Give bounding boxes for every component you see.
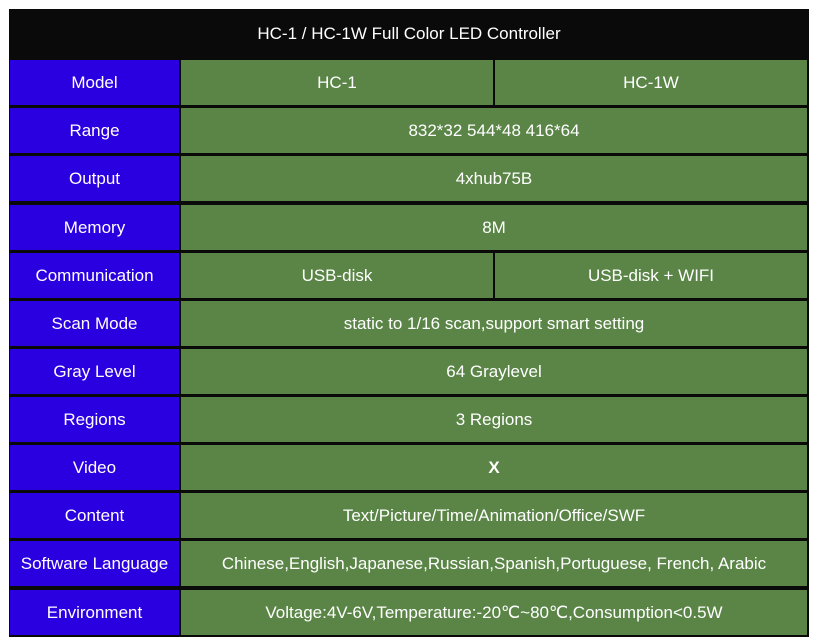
value-cell: X — [181, 445, 807, 490]
value-cell: Text/Picture/Time/Animation/Office/SWF — [181, 493, 807, 538]
table-row-video: Video X — [9, 443, 809, 491]
row-label: Environment — [10, 590, 179, 635]
value-cell: 3 Regions — [181, 397, 807, 442]
table-row-range: Range 832*32 544*48 416*64 — [9, 106, 809, 154]
value-cell: 64 Graylevel — [181, 349, 807, 394]
row-label: Communication — [10, 253, 179, 298]
value-cell: Chinese,English,Japanese,Russian,Spanish… — [181, 541, 807, 586]
row-label: Video — [10, 445, 179, 490]
value-cell-hc1: USB-disk — [181, 253, 493, 298]
value-cell: Voltage:4V-6V,Temperature:-20℃~80℃,Consu… — [181, 590, 807, 635]
value-cell: static to 1/16 scan,support smart settin… — [181, 301, 807, 346]
table-row-memory: Memory 8M — [9, 203, 809, 251]
value-cell: 8M — [181, 205, 807, 250]
table-row-scan-mode: Scan Mode static to 1/16 scan,support sma… — [9, 299, 809, 347]
spec-table: HC-1 / HC-1W Full Color LED Controller M… — [9, 9, 809, 637]
row-label: Memory — [10, 205, 179, 250]
table-title: HC-1 / HC-1W Full Color LED Controller — [9, 9, 809, 58]
row-label: Scan Mode — [10, 301, 179, 346]
row-label: Software Language — [10, 541, 179, 586]
value-cell-hc1: HC-1 — [181, 60, 493, 105]
row-label: Regions — [10, 397, 179, 442]
table-row-output: Output 4xhub75B — [9, 154, 809, 202]
table-row-content: Content Text/Picture/Time/Animation/Offic… — [9, 491, 809, 539]
value-cell: 4xhub75B — [181, 156, 807, 201]
row-label: Model — [10, 60, 179, 105]
value-cell-hc1w: USB-disk + WIFI — [495, 253, 807, 298]
table-row-communication: Communication USB-disk USB-disk + WIFI — [9, 251, 809, 299]
table-row-gray-level: Gray Level 64 Graylevel — [9, 347, 809, 395]
value-cell: 832*32 544*48 416*64 — [181, 108, 807, 153]
value-cell-hc1w: HC-1W — [495, 60, 807, 105]
row-label: Output — [10, 156, 179, 201]
row-label: Range — [10, 108, 179, 153]
row-label: Content — [10, 493, 179, 538]
table-row-model: Model HC-1 HC-1W — [9, 58, 809, 106]
row-label: Gray Level — [10, 349, 179, 394]
table-row-regions: Regions 3 Regions — [9, 395, 809, 443]
table-row-software-language: Software Language Chinese,English,Japanes… — [9, 539, 809, 587]
table-row-environment: Environment Voltage:4V-6V,Temperature:-20… — [9, 588, 809, 636]
